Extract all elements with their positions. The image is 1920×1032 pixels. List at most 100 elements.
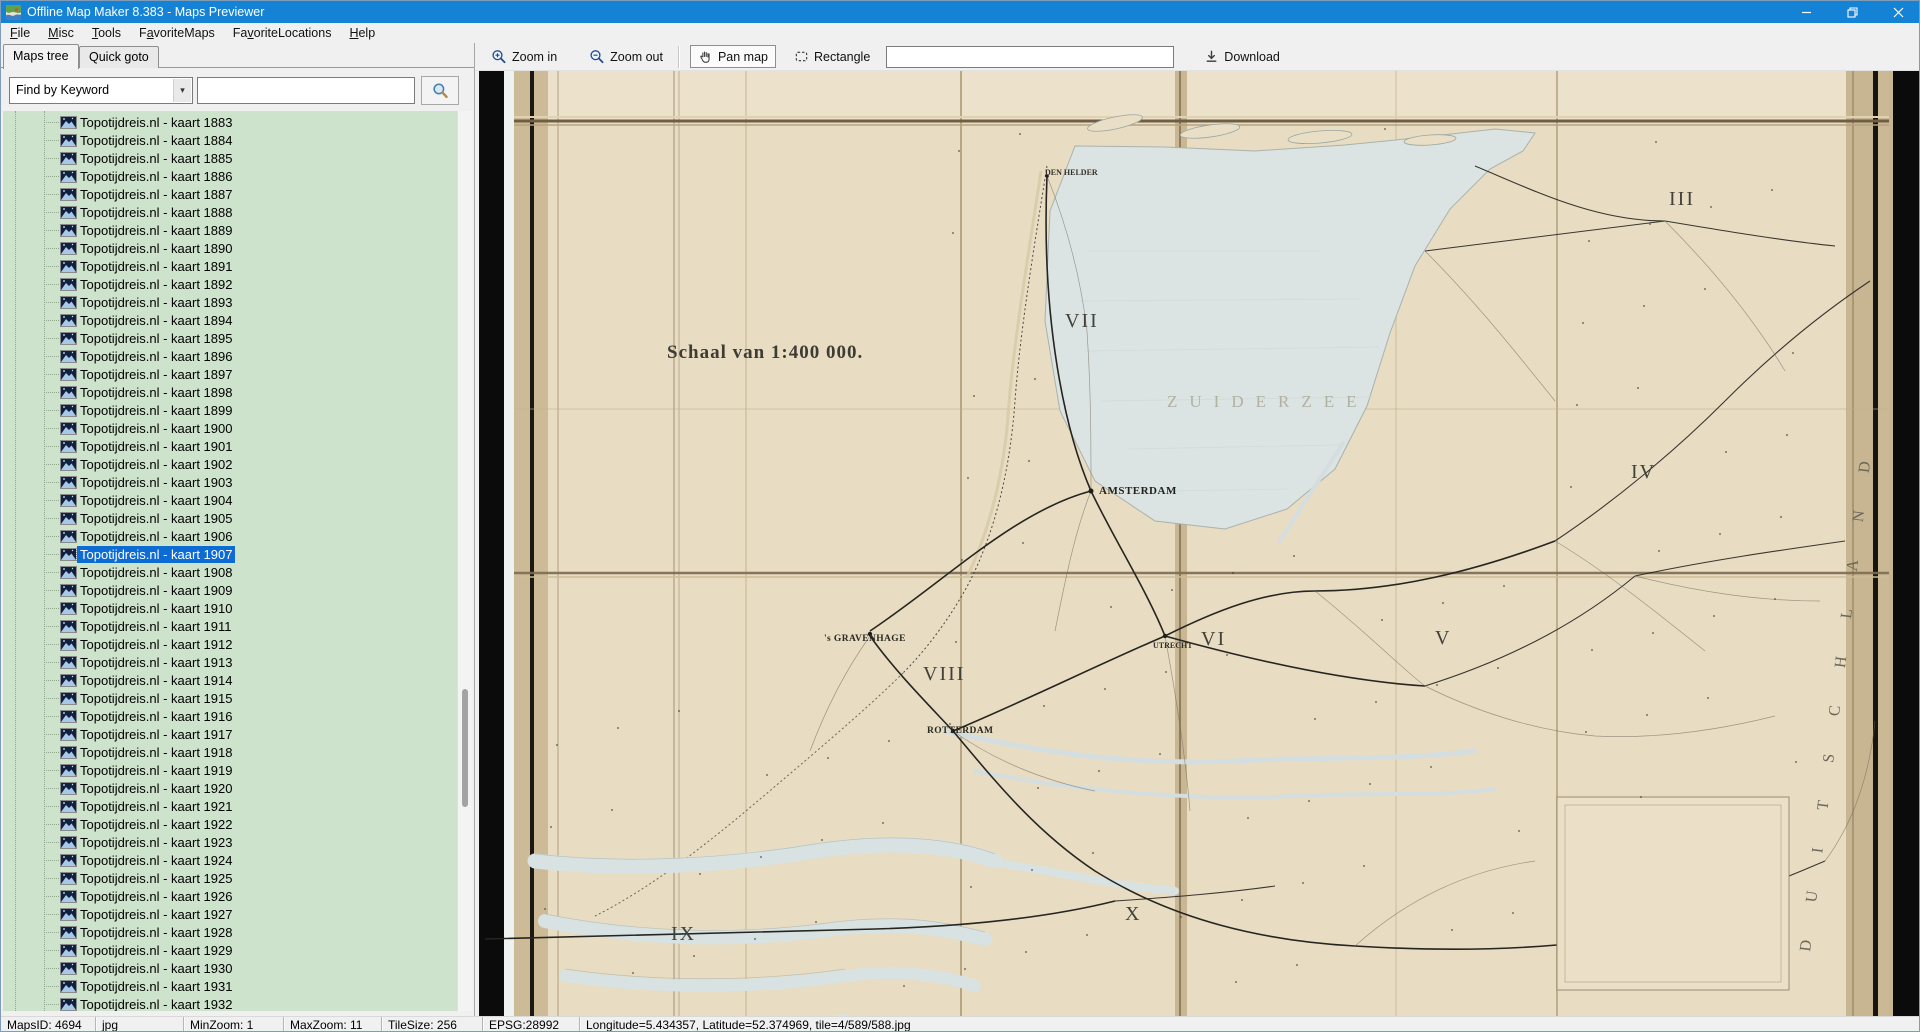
tree-item[interactable]: Topotijdreis.nl - kaart 1931: [3, 977, 457, 995]
map-thumbnail-icon: [60, 440, 77, 453]
tree-item[interactable]: Topotijdreis.nl - kaart 1913: [3, 653, 457, 671]
tree-item[interactable]: Topotijdreis.nl - kaart 1911: [3, 617, 457, 635]
zoom-out-button[interactable]: Zoom out: [581, 45, 671, 69]
tree-item[interactable]: Topotijdreis.nl - kaart 1920: [3, 779, 457, 797]
tree-connector: [44, 626, 59, 627]
map-thumbnail-icon: [60, 800, 77, 813]
tree-item-label: Topotijdreis.nl - kaart 1888: [77, 204, 235, 221]
tree-item[interactable]: Topotijdreis.nl - kaart 1899: [3, 401, 457, 419]
tree-item[interactable]: Topotijdreis.nl - kaart 1918: [3, 743, 457, 761]
toolbar-text-input[interactable]: [886, 46, 1174, 68]
tree-item[interactable]: Topotijdreis.nl - kaart 1919: [3, 761, 457, 779]
tree-item[interactable]: Topotijdreis.nl - kaart 1900: [3, 419, 457, 437]
search-input[interactable]: [197, 77, 415, 104]
tree-item[interactable]: Topotijdreis.nl - kaart 1925: [3, 869, 457, 887]
tree-item[interactable]: Topotijdreis.nl - kaart 1887: [3, 185, 457, 203]
minimize-button[interactable]: [1783, 1, 1829, 23]
menu-bar: File Misc Tools FavoriteMaps FavoriteLoc…: [1, 23, 1920, 43]
chevron-down-icon[interactable]: ▾: [173, 79, 191, 102]
tree-item[interactable]: Topotijdreis.nl - kaart 1888: [3, 203, 457, 221]
tree-item[interactable]: Topotijdreis.nl - kaart 1906: [3, 527, 457, 545]
tree-item[interactable]: Topotijdreis.nl - kaart 1883: [3, 113, 457, 131]
tree-scrollbar-thumb[interactable]: [462, 689, 468, 807]
rectangle-button[interactable]: Rectangle: [786, 45, 878, 68]
hand-icon: [698, 49, 713, 64]
tree-item[interactable]: Topotijdreis.nl - kaart 1908: [3, 563, 457, 581]
menu-item[interactable]: Help: [340, 24, 384, 42]
menu-item[interactable]: FavoriteLocations: [224, 24, 341, 42]
zoom-out-icon: [589, 49, 605, 65]
tree-item[interactable]: Topotijdreis.nl - kaart 1884: [3, 131, 457, 149]
tree-item[interactable]: Topotijdreis.nl - kaart 1928: [3, 923, 457, 941]
tree-item-label: Topotijdreis.nl - kaart 1900: [77, 420, 235, 437]
tree-item[interactable]: Topotijdreis.nl - kaart 1924: [3, 851, 457, 869]
menu-item[interactable]: FavoriteMaps: [130, 24, 224, 42]
tree-item[interactable]: Topotijdreis.nl - kaart 1922: [3, 815, 457, 833]
tree-item[interactable]: Topotijdreis.nl - kaart 1904: [3, 491, 457, 509]
tree-item[interactable]: Topotijdreis.nl - kaart 1921: [3, 797, 457, 815]
menu-item[interactable]: File: [1, 24, 39, 42]
tree-item[interactable]: Topotijdreis.nl - kaart 1892: [3, 275, 457, 293]
tree-item[interactable]: Topotijdreis.nl - kaart 1929: [3, 941, 457, 959]
tree-item[interactable]: Topotijdreis.nl - kaart 1909: [3, 581, 457, 599]
tree-item[interactable]: Topotijdreis.nl - kaart 1923: [3, 833, 457, 851]
tree-item[interactable]: Topotijdreis.nl - kaart 1893: [3, 293, 457, 311]
pan-map-button[interactable]: Pan map: [690, 45, 776, 68]
map-thumbnail-icon: [60, 170, 77, 183]
tree-item[interactable]: Topotijdreis.nl - kaart 1890: [3, 239, 457, 257]
map-thumbnail-icon: [60, 944, 77, 957]
sea-name-label: ZUIDERZEE: [1167, 392, 1368, 411]
tree-item[interactable]: Topotijdreis.nl - kaart 1903: [3, 473, 457, 491]
tree-item-label: Topotijdreis.nl - kaart 1887: [77, 186, 235, 203]
tree-item[interactable]: Topotijdreis.nl - kaart 1886: [3, 167, 457, 185]
map-image[interactable]: Schaal van 1:400 000. ZUIDERZEE AMSTERDA…: [479, 71, 1920, 1016]
tree-item[interactable]: Topotijdreis.nl - kaart 1915: [3, 689, 457, 707]
tree-item[interactable]: Topotijdreis.nl - kaart 1910: [3, 599, 457, 617]
tab-quick-goto[interactable]: Quick goto: [79, 46, 159, 68]
tree-connector: [44, 122, 59, 123]
tree-item[interactable]: Topotijdreis.nl - kaart 1891: [3, 257, 457, 275]
tree-connector: [44, 716, 59, 717]
rectangle-select-icon: [794, 49, 809, 64]
tree-connector: [44, 212, 59, 213]
tree-scrollbar[interactable]: [457, 111, 472, 1011]
tree-item[interactable]: Topotijdreis.nl - kaart 1907: [3, 545, 457, 563]
tree-item[interactable]: Topotijdreis.nl - kaart 1901: [3, 437, 457, 455]
restore-button[interactable]: [1829, 1, 1875, 23]
download-button[interactable]: Download: [1196, 45, 1288, 68]
tab-maps-tree[interactable]: Maps tree: [3, 44, 79, 69]
tree-item[interactable]: Topotijdreis.nl - kaart 1889: [3, 221, 457, 239]
tree-item[interactable]: Topotijdreis.nl - kaart 1895: [3, 329, 457, 347]
status-tile-size: TileSize: 256: [382, 1017, 483, 1032]
tree-item[interactable]: Topotijdreis.nl - kaart 1930: [3, 959, 457, 977]
tree-item[interactable]: Topotijdreis.nl - kaart 1902: [3, 455, 457, 473]
close-button[interactable]: [1875, 1, 1920, 23]
map-viewer[interactable]: Schaal van 1:400 000. ZUIDERZEE AMSTERDA…: [479, 71, 1920, 1016]
find-mode-dropdown[interactable]: Find by Keyword ▾: [9, 77, 193, 104]
tree-item[interactable]: Topotijdreis.nl - kaart 1885: [3, 149, 457, 167]
tree-item[interactable]: Topotijdreis.nl - kaart 1894: [3, 311, 457, 329]
status-format: jpg: [96, 1017, 184, 1032]
tree-item[interactable]: Topotijdreis.nl - kaart 1932: [3, 995, 457, 1011]
tree-item[interactable]: Topotijdreis.nl - kaart 1917: [3, 725, 457, 743]
search-button[interactable]: [421, 76, 459, 105]
map-thumbnail-icon: [60, 548, 77, 561]
tree-item[interactable]: Topotijdreis.nl - kaart 1914: [3, 671, 457, 689]
menu-item[interactable]: Misc: [39, 24, 83, 42]
tree-item-label: Topotijdreis.nl - kaart 1921: [77, 798, 235, 815]
sheet-numeral-ix: IX: [671, 923, 696, 945]
tree-item[interactable]: Topotijdreis.nl - kaart 1927: [3, 905, 457, 923]
tree-item[interactable]: Topotijdreis.nl - kaart 1916: [3, 707, 457, 725]
map-scale-label: Schaal van 1:400 000.: [667, 342, 863, 363]
map-thumbnail-icon: [60, 638, 77, 651]
tree-item-label: Topotijdreis.nl - kaart 1908: [77, 564, 235, 581]
tree-item[interactable]: Topotijdreis.nl - kaart 1896: [3, 347, 457, 365]
tree-item[interactable]: Topotijdreis.nl - kaart 1905: [3, 509, 457, 527]
tree-item[interactable]: Topotijdreis.nl - kaart 1912: [3, 635, 457, 653]
tree-item[interactable]: Topotijdreis.nl - kaart 1926: [3, 887, 457, 905]
menu-item[interactable]: Tools: [83, 24, 130, 42]
zoom-in-button[interactable]: Zoom in: [483, 45, 565, 69]
tree-item[interactable]: Topotijdreis.nl - kaart 1898: [3, 383, 457, 401]
tree-item[interactable]: Topotijdreis.nl - kaart 1897: [3, 365, 457, 383]
tree-item-label: Topotijdreis.nl - kaart 1894: [77, 312, 235, 329]
